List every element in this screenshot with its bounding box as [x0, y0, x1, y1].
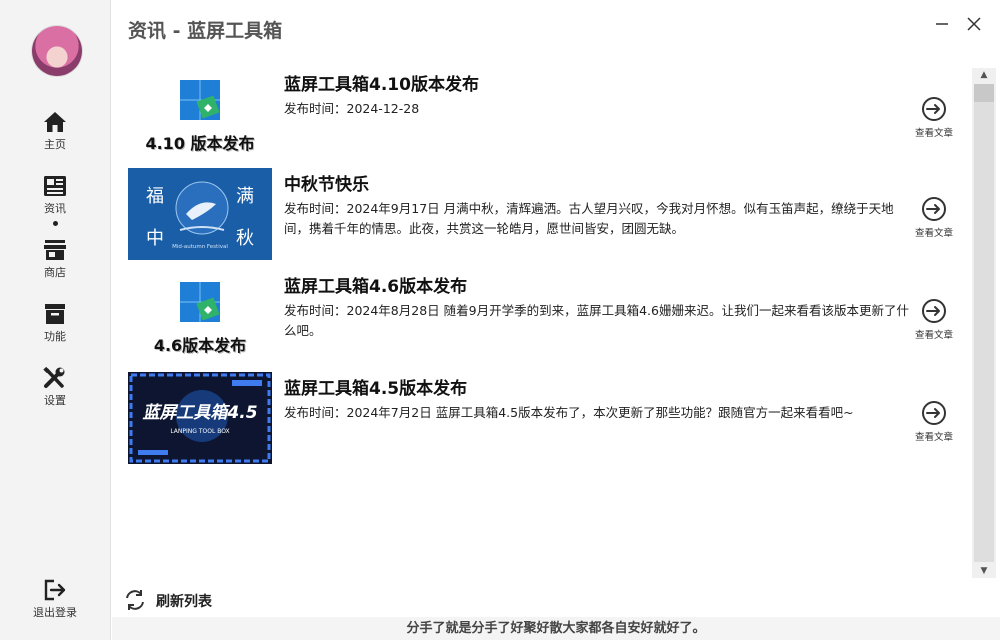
- article-description: 发布时间：2024年9月17日 月满中秋，清辉遍洒。古人望月兴叹，今我对月怀想。…: [284, 201, 894, 236]
- enter-icon: [922, 299, 946, 323]
- list-item[interactable]: 蓝屏工具箱4.5 LANPING TOOL BOX 蓝屏工具箱4.5版本发布 发…: [128, 372, 958, 466]
- article-description: 发布时间：2024-12-28: [284, 101, 420, 116]
- scroll-down-icon[interactable]: ▼: [972, 564, 996, 578]
- article-thumbnail[interactable]: 4.10 版本发布: [128, 68, 272, 160]
- view-article-label: 查看文章: [914, 330, 953, 341]
- sidebar: 主页 资讯 商店 功能 设置 退出登录: [0, 0, 111, 640]
- active-indicator: [52, 221, 58, 226]
- scrollbar-thumb[interactable]: [974, 84, 994, 102]
- page-title: 资讯 - 蓝屏工具箱: [128, 20, 283, 42]
- article-title[interactable]: 中秋节快乐: [284, 170, 369, 195]
- refresh-label: 刷新列表: [156, 594, 212, 610]
- store-icon: [44, 240, 66, 260]
- sidebar-item-settings[interactable]: 设置: [0, 366, 110, 408]
- sidebar-item-label: 功能: [44, 330, 66, 343]
- view-article-label: 查看文章: [914, 128, 953, 139]
- box-icon: [45, 304, 65, 324]
- view-article-label: 查看文章: [914, 228, 953, 239]
- enter-icon: [922, 97, 946, 121]
- sidebar-item-label: 资讯: [44, 202, 66, 215]
- refresh-icon: [126, 590, 144, 610]
- sidebar-item-label: 主页: [44, 138, 66, 151]
- enter-icon: [922, 197, 946, 221]
- thumbnail-char: 满: [236, 186, 254, 207]
- avatar[interactable]: [32, 26, 82, 76]
- enter-icon: [922, 401, 946, 425]
- close-button[interactable]: [964, 14, 984, 34]
- sidebar-item-features[interactable]: 功能: [0, 302, 110, 344]
- article-thumbnail[interactable]: 4.6版本发布: [128, 270, 272, 362]
- list-item[interactable]: 福 满 中 秋 Mid-autumn Festival 中秋节快乐 发布时间：2…: [128, 168, 958, 262]
- news-icon: [44, 176, 66, 196]
- article-thumbnail[interactable]: 蓝屏工具箱4.5 LANPING TOOL BOX: [128, 372, 272, 464]
- thumbnail-caption: Mid-autumn Festival: [172, 244, 228, 250]
- logout-label: 退出登录: [33, 606, 77, 619]
- view-article-label: 查看文章: [914, 432, 953, 443]
- thumbnail-subcaption: LANPING TOOL BOX: [170, 428, 230, 435]
- view-article-button[interactable]: 查看文章: [908, 298, 960, 341]
- sidebar-item-news[interactable]: 资讯: [0, 174, 110, 226]
- vertical-scrollbar[interactable]: ▲ ▼: [972, 68, 996, 578]
- list-item[interactable]: 4.10 版本发布 蓝屏工具箱4.10版本发布 发布时间：2024-12-28 …: [128, 68, 958, 162]
- minimize-icon: [936, 23, 948, 25]
- thumbnail-caption: 4.10 版本发布: [145, 134, 255, 153]
- sidebar-item-home[interactable]: 主页: [0, 110, 110, 152]
- sidebar-item-store[interactable]: 商店: [0, 238, 110, 280]
- footer-quote: 分手了就是分手了好聚好散大家都各自安好就好了。: [112, 617, 1000, 640]
- list-item[interactable]: 4.6版本发布 蓝屏工具箱4.6版本发布 发布时间：2024年8月28日 随着9…: [128, 270, 958, 364]
- article-title[interactable]: 蓝屏工具箱4.6版本发布: [284, 272, 467, 297]
- article-title[interactable]: 蓝屏工具箱4.5版本发布: [284, 374, 467, 399]
- article-list: 4.10 版本发布 蓝屏工具箱4.10版本发布 发布时间：2024-12-28 …: [112, 62, 970, 582]
- article-thumbnail[interactable]: 福 满 中 秋 Mid-autumn Festival: [128, 168, 272, 260]
- view-article-button[interactable]: 查看文章: [908, 96, 960, 139]
- tools-icon: [43, 366, 65, 388]
- sidebar-item-label: 设置: [44, 394, 66, 407]
- scrollbar-track[interactable]: [974, 102, 994, 562]
- thumbnail-caption: 4.6版本发布: [153, 336, 247, 355]
- thumbnail-char: 福: [146, 186, 164, 207]
- scroll-up-icon[interactable]: ▲: [972, 68, 996, 82]
- view-article-button[interactable]: 查看文章: [908, 400, 960, 443]
- thumbnail-caption: 蓝屏工具箱4.5: [142, 403, 258, 423]
- article-title[interactable]: 蓝屏工具箱4.10版本发布: [284, 70, 479, 95]
- sidebar-item-label: 商店: [44, 266, 66, 279]
- close-icon: [967, 17, 981, 31]
- article-description: 发布时间：2024年8月28日 随着9月开学季的到来，蓝屏工具箱4.6姗姗来迟。…: [284, 303, 909, 338]
- view-article-button[interactable]: 查看文章: [908, 196, 960, 239]
- logout-button[interactable]: 退出登录: [0, 578, 110, 620]
- article-description: 发布时间：2024年7月2日 蓝屏工具箱4.5版本发布了，本次更新了那些功能？跟…: [284, 405, 854, 420]
- home-icon: [44, 112, 66, 132]
- minimize-button[interactable]: [932, 14, 952, 34]
- logout-icon: [44, 579, 66, 601]
